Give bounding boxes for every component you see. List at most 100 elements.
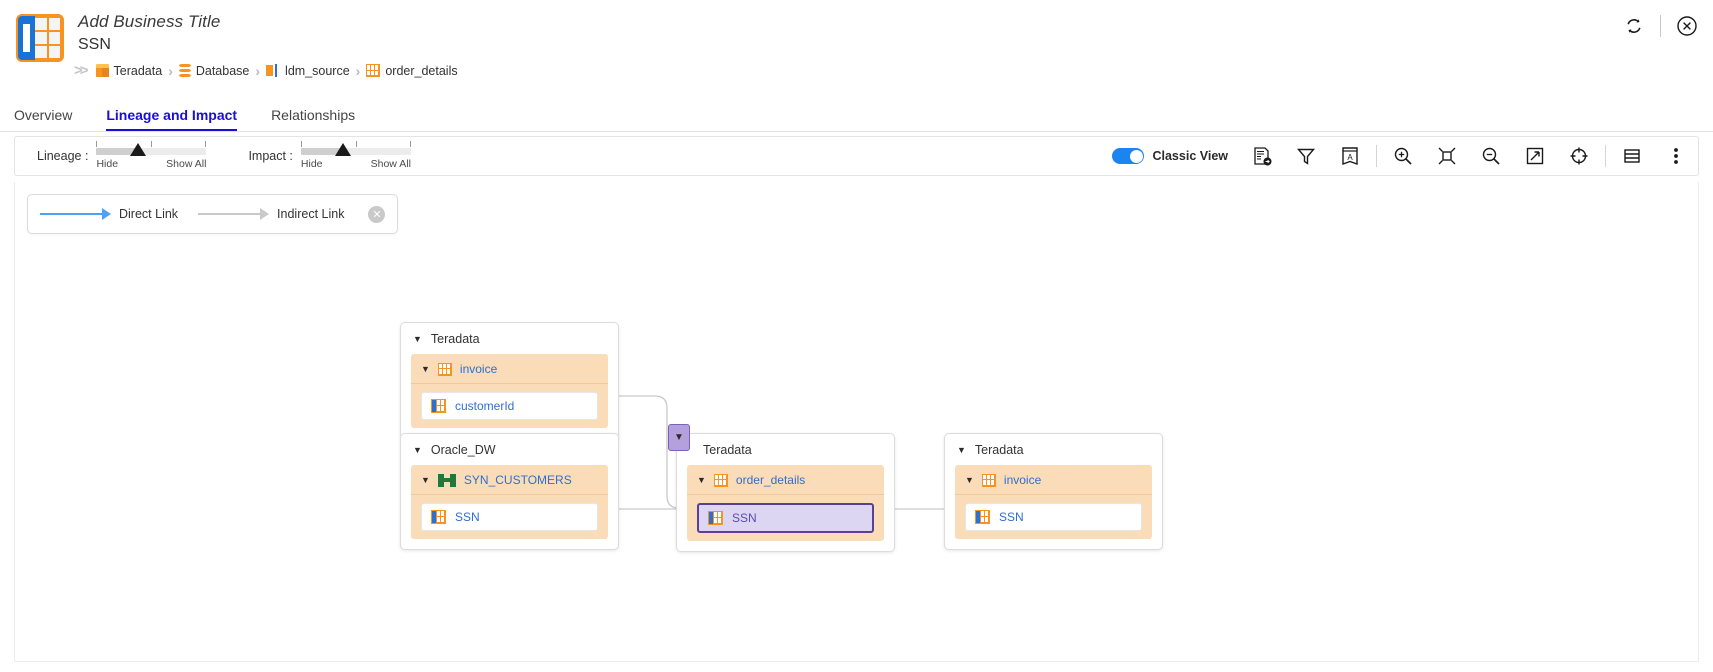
glossary-book-icon[interactable]: A bbox=[1338, 144, 1362, 168]
asset-header[interactable]: ▼ invoice bbox=[411, 354, 608, 384]
impact-slider-endlabels: Hide Show All bbox=[301, 158, 411, 170]
node-system-label: Teradata bbox=[703, 443, 752, 457]
export-report-icon[interactable] bbox=[1250, 144, 1274, 168]
lineage-slider-group: Lineage : Hide Show All bbox=[37, 141, 207, 171]
chevron-down-icon[interactable]: ▼ bbox=[413, 445, 422, 455]
chevron-down-icon[interactable]: ▼ bbox=[957, 445, 966, 455]
breadcrumb-chevron-icon: › bbox=[255, 62, 261, 79]
refresh-icon[interactable] bbox=[1622, 14, 1646, 38]
tab-relationships[interactable]: Relationships bbox=[271, 107, 355, 131]
legend-panel: Direct Link Indirect Link ✕ bbox=[27, 194, 399, 234]
table-asset-icon bbox=[16, 14, 64, 62]
more-options-icon[interactable] bbox=[1664, 144, 1688, 168]
impact-slider[interactable]: Hide Show All bbox=[300, 141, 411, 171]
lineage-slider-label: Lineage : bbox=[37, 149, 89, 163]
chevron-down-icon[interactable]: ▼ bbox=[413, 334, 422, 344]
lineage-slider[interactable]: Hide Show All bbox=[96, 141, 207, 171]
center-target-icon[interactable] bbox=[1567, 144, 1591, 168]
asset-name-label: order_details bbox=[735, 473, 806, 487]
column-row-ssn[interactable]: SSN bbox=[965, 503, 1142, 531]
cube-icon bbox=[95, 64, 109, 77]
lineage-slider-thumb[interactable] bbox=[130, 143, 147, 156]
breadcrumb-item-ldm-source[interactable]: ldm_source bbox=[266, 64, 350, 78]
legend-direct-label: Direct Link bbox=[119, 207, 179, 221]
collapse-node-button[interactable]: ▼ bbox=[668, 424, 690, 451]
indirect-link-line-icon bbox=[198, 208, 270, 220]
toolbar-icon-group-zoom bbox=[1391, 144, 1591, 168]
breadcrumb-item-order-details[interactable]: order_details bbox=[366, 64, 458, 78]
breadcrumb-label: ldm_source bbox=[285, 63, 350, 78]
node-system-label: Teradata bbox=[430, 332, 480, 346]
impact-slider-group: Impact : Hide Show All bbox=[248, 141, 411, 171]
node-asset-group: ▼ invoice SSN bbox=[955, 465, 1152, 539]
lineage-slider-min-label: Hide bbox=[96, 158, 119, 170]
impact-slider-ticks bbox=[300, 141, 411, 147]
impact-slider-min-label: Hide bbox=[300, 158, 323, 170]
page-title: SSN bbox=[78, 36, 111, 53]
synonym-icon bbox=[437, 473, 456, 487]
toolbar-right-group: Classic View A bbox=[1112, 144, 1688, 168]
asset-header[interactable]: ▼ order_details bbox=[687, 465, 884, 495]
chevron-down-icon[interactable]: ▼ bbox=[421, 364, 430, 374]
fit-to-screen-icon[interactable] bbox=[1435, 144, 1459, 168]
zoom-out-icon[interactable] bbox=[1479, 144, 1503, 168]
tab-lineage-and-impact[interactable]: Lineage and Impact bbox=[106, 107, 237, 131]
classic-view-toggle-group: Classic View bbox=[1112, 148, 1228, 164]
zoom-in-icon[interactable] bbox=[1391, 144, 1415, 168]
asset-name-label: invoice bbox=[1003, 473, 1042, 487]
impact-slider-thumb[interactable] bbox=[334, 143, 351, 156]
legend-indirect-link: Indirect Link bbox=[198, 207, 344, 221]
asset-header[interactable]: ▼ invoice bbox=[955, 465, 1152, 495]
column-row-customerid[interactable]: customerId bbox=[421, 392, 598, 420]
toolbar-separator bbox=[1605, 145, 1606, 167]
direct-link-line-icon bbox=[40, 208, 111, 220]
column-icon bbox=[708, 511, 723, 525]
lineage-slider-endlabels: Hide Show All bbox=[96, 158, 206, 170]
breadcrumb-item-database[interactable]: Database bbox=[178, 64, 249, 78]
node-asset-group: ▼ invoice customerId bbox=[411, 354, 608, 428]
header-actions bbox=[1622, 14, 1699, 38]
chevron-down-icon[interactable]: ▼ bbox=[697, 475, 706, 485]
lineage-canvas[interactable]: Direct Link Indirect Link ✕ ▼ Teradata ▼… bbox=[14, 182, 1699, 662]
node-teradata-invoice-left[interactable]: ▼ Teradata ▼ invoice customerId bbox=[400, 322, 619, 439]
tab-bar: Overview Lineage and Impact Relationship… bbox=[0, 96, 1713, 132]
chevron-down-icon[interactable]: ▼ bbox=[674, 432, 684, 443]
chevron-down-icon[interactable]: ▼ bbox=[421, 475, 430, 485]
asset-header[interactable]: ▼ SYN_CUSTOMERS bbox=[411, 465, 608, 495]
breadcrumb-expand-icon[interactable]: >> bbox=[74, 62, 88, 79]
breadcrumb-chevron-icon: › bbox=[355, 62, 361, 79]
lineage-slider-ticks bbox=[96, 141, 207, 147]
node-header[interactable]: Teradata bbox=[677, 434, 894, 465]
close-legend-icon[interactable]: ✕ bbox=[368, 205, 386, 223]
filter-funnel-icon[interactable] bbox=[1294, 144, 1318, 168]
impact-slider-max-label: Show All bbox=[370, 158, 411, 170]
column-name-label: customerId bbox=[455, 399, 515, 413]
node-header[interactable]: ▼ Oracle_DW bbox=[401, 434, 618, 465]
node-teradata-invoice-right[interactable]: ▼ Teradata ▼ invoice SSN bbox=[944, 433, 1163, 550]
node-teradata-order-details[interactable]: ▼ Teradata ▼ order_details SSN bbox=[668, 424, 895, 552]
table-icon bbox=[981, 473, 996, 487]
fullscreen-icon[interactable] bbox=[1523, 144, 1547, 168]
node-system-label: Oracle_DW bbox=[430, 443, 496, 457]
node-header[interactable]: ▼ Teradata bbox=[401, 323, 618, 354]
close-icon[interactable] bbox=[1675, 14, 1699, 38]
column-row-ssn-selected[interactable]: SSN bbox=[697, 503, 874, 533]
node-oracle-dw[interactable]: ▼ Oracle_DW ▼ SYN_CUSTOMERS SSN bbox=[400, 433, 619, 550]
tab-overview[interactable]: Overview bbox=[14, 107, 72, 131]
column-row-ssn[interactable]: SSN bbox=[421, 503, 598, 531]
breadcrumb-item-teradata[interactable]: Teradata bbox=[95, 64, 162, 78]
classic-view-toggle[interactable] bbox=[1112, 148, 1145, 164]
database-icon bbox=[178, 64, 191, 77]
business-title[interactable]: Add Business Title bbox=[78, 12, 220, 32]
column-icon bbox=[431, 399, 446, 413]
asset-name-label: invoice bbox=[459, 362, 498, 376]
classic-view-label: Classic View bbox=[1152, 149, 1228, 163]
column-name-label: SSN bbox=[732, 511, 757, 525]
table-icon bbox=[713, 473, 728, 487]
toolbar-icon-group-left: A bbox=[1250, 144, 1362, 168]
lineage-slider-max-label: Show All bbox=[166, 158, 207, 170]
node-header[interactable]: ▼ Teradata bbox=[945, 434, 1162, 465]
breadcrumb: >> Teradata › Database › ldm_source › or… bbox=[74, 62, 458, 79]
chevron-down-icon[interactable]: ▼ bbox=[965, 475, 974, 485]
layout-rows-icon[interactable] bbox=[1620, 144, 1644, 168]
